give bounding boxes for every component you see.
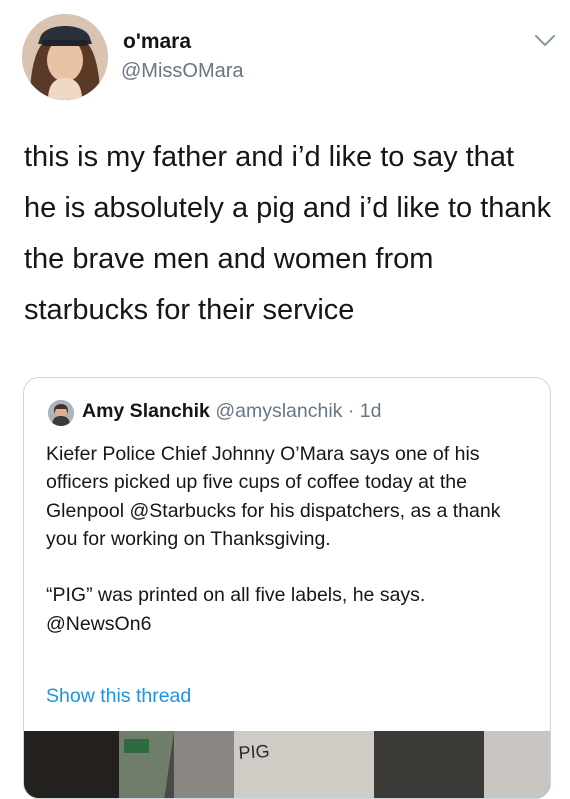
quoted-display-name[interactable]: Amy Slanchik — [82, 400, 210, 422]
tweet-text: this is my father and i’d like to say th… — [24, 141, 552, 326]
quoted-media-image[interactable]: PIG — [24, 731, 550, 798]
display-name[interactable]: o'mara — [123, 30, 191, 54]
user-handle[interactable]: @MissOMara — [121, 60, 244, 83]
quoted-handle[interactable]: @amyslanchik — [215, 400, 342, 422]
quoted-header: Amy Slanchik @amyslanchik · 1d — [82, 400, 381, 423]
chevron-down-icon[interactable] — [534, 32, 556, 48]
quoted-tweet-text: Kiefer Police Chief Johnny O’Mara says o… — [46, 443, 501, 635]
quoted-timestamp[interactable]: 1d — [360, 400, 382, 422]
show-thread-link[interactable]: Show this thread — [46, 685, 191, 708]
avatar[interactable] — [22, 14, 108, 100]
coffee-cups-photo: PIG — [24, 731, 550, 798]
quoted-avatar-photo — [48, 400, 74, 426]
cup-label-text: PIG — [238, 741, 270, 763]
quoted-tweet-card[interactable]: Amy Slanchik @amyslanchik · 1d Kiefer Po… — [23, 377, 551, 799]
separator-dot: · — [342, 400, 360, 422]
avatar-photo — [22, 14, 108, 100]
quoted-avatar[interactable] — [48, 400, 74, 426]
